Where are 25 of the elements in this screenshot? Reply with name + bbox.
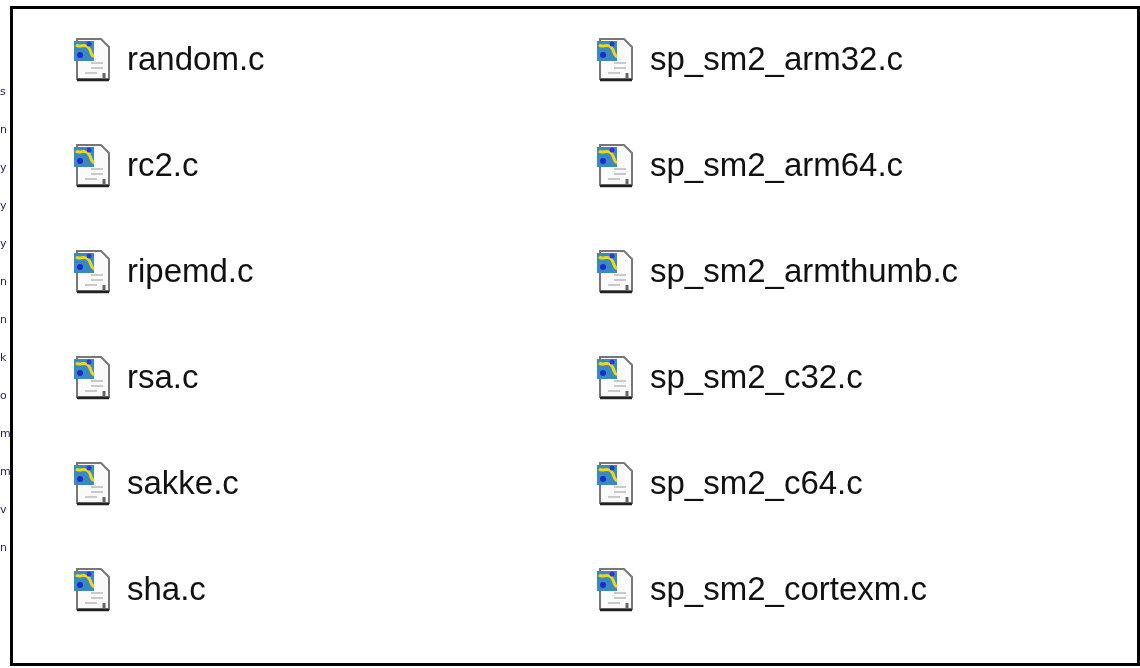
file-name[interactable]: rsa.c [127,355,199,399]
file-name[interactable]: sp_sm2_arm32.c [650,37,904,81]
file-name[interactable]: sp_sm2_arm64.c [650,143,904,187]
file-name[interactable]: sakke.c [127,461,239,505]
file-name[interactable]: sp_sm2_c64.c [650,461,863,505]
file-name[interactable]: random.c [127,37,265,81]
background-text: o [0,388,8,404]
background-text: s [0,84,7,100]
background-text: n [0,540,8,556]
file-name[interactable]: sp_sm2_armthumb.c [650,249,959,293]
background-text: m [0,464,10,480]
background-text: y [0,198,8,214]
file-name[interactable]: ripemd.c [127,249,254,293]
file-name[interactable]: sp_sm2_cortexm.c [650,567,927,611]
file-name[interactable]: sp_sm2_c32.c [650,355,863,399]
background-text: y [0,160,8,176]
file-name[interactable]: sha.c [127,567,206,611]
background-text: n [0,312,8,328]
file-name[interactable]: rc2.c [127,143,199,187]
background-text: y [0,236,8,252]
background-text: n [0,274,8,290]
background-text: k [0,350,8,366]
background-text: m [0,426,10,442]
background-text: v [0,502,8,518]
background-text: n [0,122,8,138]
